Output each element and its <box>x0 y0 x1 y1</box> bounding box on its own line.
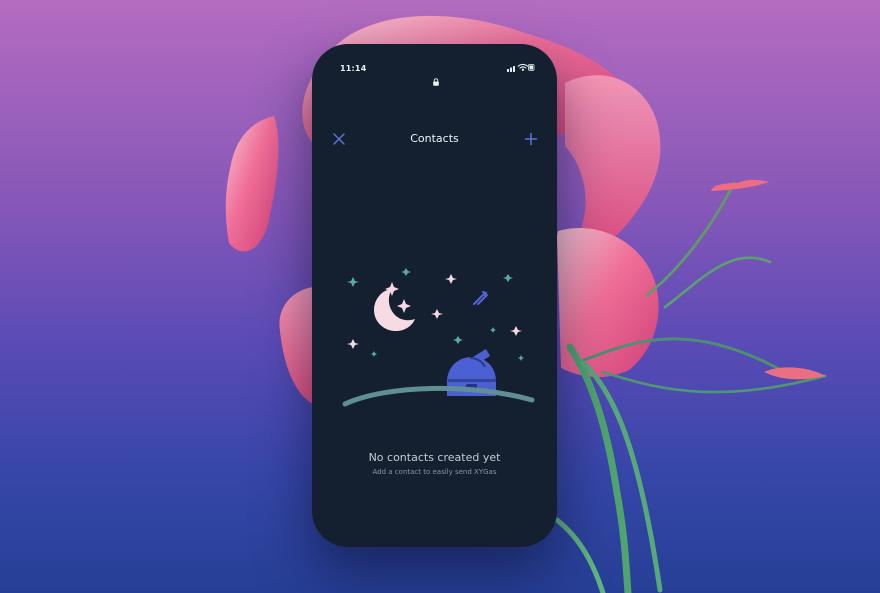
wifi-icon <box>517 63 529 71</box>
navigation-bar: Contacts <box>312 126 557 152</box>
plus-icon <box>524 132 538 146</box>
page-title: Contacts <box>410 132 459 145</box>
status-bar: 11:14 <box>312 44 557 86</box>
signal-icon <box>507 66 515 72</box>
empty-state-subtitle: Add a contact to easily send XYGas <box>372 468 497 476</box>
ground-line <box>342 385 535 407</box>
shooting-star-icon <box>473 291 488 305</box>
empty-state-illustration <box>342 268 535 407</box>
phone-screen: 11:14 Contacts No contacts created yet A… <box>312 44 557 547</box>
stars <box>347 274 522 349</box>
battery-icon <box>528 64 535 71</box>
moon-icon <box>374 289 415 331</box>
add-contact-button[interactable] <box>522 130 540 148</box>
status-time: 11:14 <box>340 64 367 73</box>
lock-icon <box>433 78 439 86</box>
status-icons <box>507 63 535 72</box>
empty-state-title: No contacts created yet <box>368 451 501 464</box>
